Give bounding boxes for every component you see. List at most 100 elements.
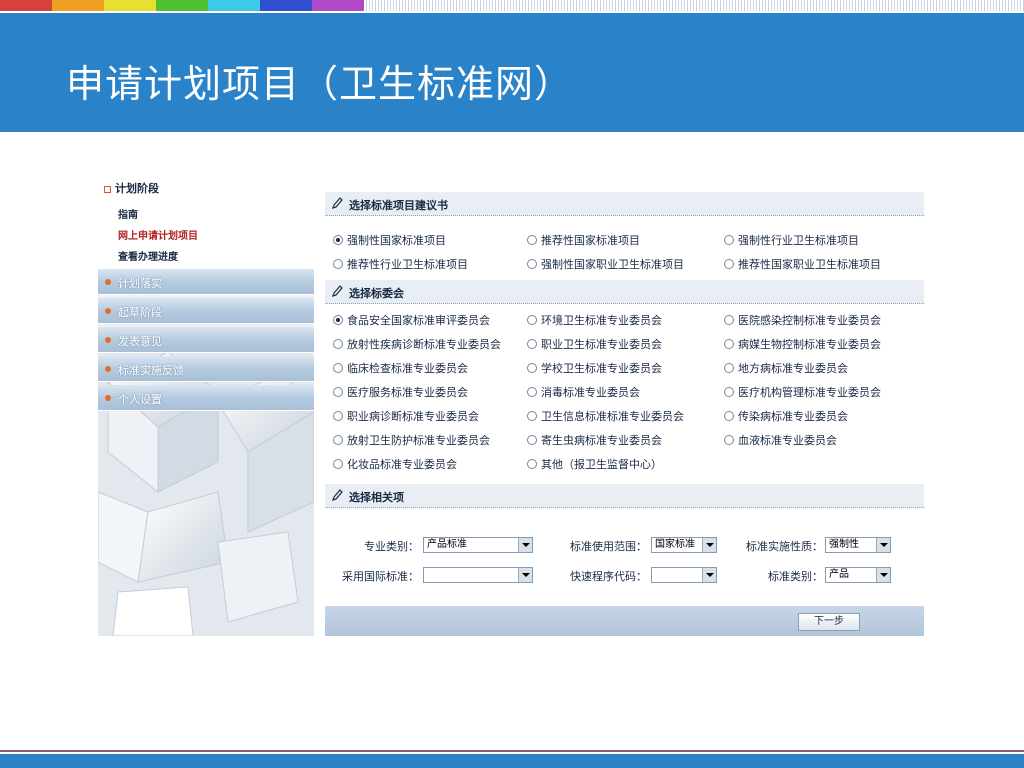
radio-label: 消毒标准专业委员会: [541, 386, 640, 399]
field-label-nature: 标准实施性质：: [746, 540, 823, 553]
chevron-down-icon: [876, 568, 890, 582]
select-scope[interactable]: 国家标准: [651, 537, 717, 553]
application-form: 选择标准项目建议书 强制性国家标准项目 推荐性国家标准项目 强制性行业卫生标准项…: [325, 188, 924, 636]
nav-group-label: 起草阶段: [118, 306, 162, 319]
radio-circle-icon: [527, 339, 537, 349]
strip-segment: [208, 0, 260, 11]
nav-group-label: 个人设置: [118, 393, 162, 406]
nav-sub-item-progress[interactable]: 查看办理进度: [118, 248, 178, 263]
nav-group-label: 发表意见: [118, 335, 162, 348]
radio-circle-icon: [333, 339, 343, 349]
radio-committee-option[interactable]: 医疗机构管理标准专业委员会: [724, 384, 881, 400]
strip-segment: [52, 0, 104, 11]
select-category[interactable]: 产品: [825, 567, 891, 583]
radio-label: 职业病诊断标准专业委员会: [347, 410, 479, 423]
radio-committee-option[interactable]: 卫生信息标准标准专业委员会: [527, 408, 684, 424]
radio-label: 医院感染控制标准专业委员会: [738, 314, 881, 327]
radio-circle-icon: [724, 363, 734, 373]
nav-group-plan-implementation[interactable]: 计划落实: [98, 269, 314, 295]
pencil-icon: [332, 489, 343, 501]
radio-proposal-option[interactable]: 推荐性行业卫生标准项目: [333, 256, 468, 272]
radio-label: 化妆品标准专业委员会: [347, 458, 457, 471]
radio-committee-option[interactable]: 病媒生物控制标准专业委员会: [724, 336, 881, 352]
radio-label: 推荐性行业卫生标准项目: [347, 258, 468, 271]
strip-segment: [312, 0, 364, 11]
field-label-fast-track: 快速程序代码：: [570, 570, 647, 583]
select-fast-track[interactable]: [651, 567, 717, 583]
left-nav: 计划阶段 指南 网上申请计划项目 查看办理进度 计划落实 起草阶段 发表意见 标…: [98, 172, 314, 636]
radio-proposal-option[interactable]: 强制性国家职业卫生标准项目: [527, 256, 684, 272]
radio-committee-option[interactable]: 环境卫生标准专业委员会: [527, 312, 662, 328]
nav-group-feedback[interactable]: 标准实施反馈: [98, 356, 314, 382]
bullet-icon: [104, 185, 111, 193]
radio-proposal-option[interactable]: 强制性国家标准项目: [333, 232, 446, 248]
select-specialty[interactable]: 产品标准: [423, 537, 533, 553]
chevron-down-icon: [702, 538, 716, 552]
select-intl-standard[interactable]: [423, 567, 533, 583]
radio-proposal-option[interactable]: 推荐性国家标准项目: [527, 232, 640, 248]
radio-committee-option[interactable]: 职业卫生标准专业委员会: [527, 336, 662, 352]
radio-label: 医疗服务标准专业委员会: [347, 386, 468, 399]
radio-committee-option[interactable]: 放射性疾病诊断标准专业委员会: [333, 336, 501, 352]
pencil-icon: [332, 197, 343, 209]
radio-committee-option[interactable]: 学校卫生标准专业委员会: [527, 360, 662, 376]
radio-circle-icon: [527, 459, 537, 469]
app-screenshot: 计划阶段 指南 网上申请计划项目 查看办理进度 计划落实 起草阶段 发表意见 标…: [98, 172, 924, 636]
radio-label: 环境卫生标准专业委员会: [541, 314, 662, 327]
radio-committee-option[interactable]: 医疗服务标准专业委员会: [333, 384, 468, 400]
radio-circle-icon: [527, 259, 537, 269]
nav-group-drafting[interactable]: 起草阶段: [98, 298, 314, 324]
select-value: 国家标准: [655, 539, 695, 550]
radio-committee-option[interactable]: 临床检查标准专业委员会: [333, 360, 468, 376]
nav-sub-item-guide[interactable]: 指南: [118, 206, 138, 221]
chevron-down-icon: [518, 538, 532, 552]
radio-label: 放射卫生防护标准专业委员会: [347, 434, 490, 447]
radio-label: 学校卫生标准专业委员会: [541, 362, 662, 375]
radio-circle-icon: [527, 387, 537, 397]
bottom-bar: [0, 754, 1024, 768]
nav-group-comments[interactable]: 发表意见: [98, 327, 314, 353]
radio-proposal-option[interactable]: 推荐性国家职业卫生标准项目: [724, 256, 881, 272]
strip-segment: [0, 0, 52, 11]
nav-group-personal-settings[interactable]: 个人设置: [98, 385, 314, 411]
select-nature[interactable]: 强制性: [825, 537, 891, 553]
field-label-intl-standard: 采用国际标准：: [342, 570, 419, 583]
radio-circle-icon: [724, 259, 734, 269]
radio-committee-option[interactable]: 化妆品标准专业委员会: [333, 456, 457, 472]
radio-committee-option[interactable]: 其他（报卫生监督中心）: [527, 456, 662, 472]
chevron-down-icon: [702, 568, 716, 582]
nav-sub-item-online-apply[interactable]: 网上申请计划项目: [118, 227, 198, 242]
radio-label: 其他（报卫生监督中心）: [541, 458, 662, 471]
radio-circle-icon: [333, 259, 343, 269]
radio-label: 卫生信息标准标准专业委员会: [541, 410, 684, 423]
strip-segment: [104, 0, 156, 11]
radio-committee-option[interactable]: 职业病诊断标准专业委员会: [333, 408, 479, 424]
section-committee-head: 选择标委会: [325, 280, 924, 304]
strip-segment: [260, 0, 312, 11]
radio-label: 地方病标准专业委员会: [738, 362, 848, 375]
radio-committee-option[interactable]: 地方病标准专业委员会: [724, 360, 848, 376]
radio-committee-option[interactable]: 血液标准专业委员会: [724, 432, 837, 448]
next-step-button[interactable]: 下一步: [798, 613, 860, 631]
radio-proposal-option[interactable]: 强制性行业卫生标准项目: [724, 232, 859, 248]
field-label-category: 标准类别：: [768, 570, 823, 583]
radio-circle-icon: [527, 411, 537, 421]
radio-committee-option[interactable]: 消毒标准专业委员会: [527, 384, 640, 400]
section-title: 选择标委会: [349, 287, 404, 300]
radio-committee-option[interactable]: 传染病标准专业委员会: [724, 408, 848, 424]
radio-label: 医疗机构管理标准专业委员会: [738, 386, 881, 399]
radio-label: 职业卫生标准专业委员会: [541, 338, 662, 351]
bullet-icon: [105, 337, 111, 343]
section-related-head: 选择相关项: [325, 484, 924, 508]
radio-circle-icon: [527, 435, 537, 445]
radio-circle-icon: [333, 435, 343, 445]
radio-committee-option[interactable]: 放射卫生防护标准专业委员会: [333, 432, 490, 448]
bullet-icon: [105, 395, 111, 401]
radio-committee-option[interactable]: 医院感染控制标准专业委员会: [724, 312, 881, 328]
bullet-icon: [105, 308, 111, 314]
radio-committee-option[interactable]: 寄生虫病标准专业委员会: [527, 432, 662, 448]
radio-circle-icon: [333, 315, 343, 325]
radio-label: 放射性疾病诊断标准专业委员会: [347, 338, 501, 351]
select-value: 强制性: [829, 539, 859, 550]
radio-committee-option[interactable]: 食品安全国家标准审评委员会: [333, 312, 490, 328]
